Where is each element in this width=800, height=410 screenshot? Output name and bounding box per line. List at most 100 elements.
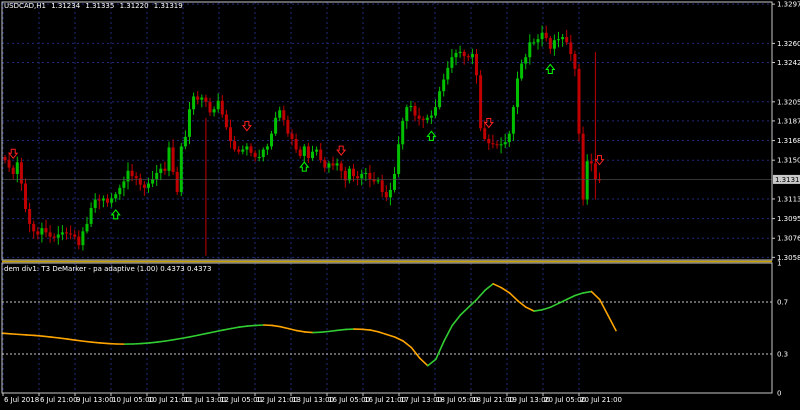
candle-body: [221, 101, 224, 115]
candle-body: [401, 121, 404, 144]
candle-body: [360, 174, 363, 178]
candle-body: [114, 194, 117, 198]
candle-body: [586, 161, 589, 199]
candle-body: [303, 146, 306, 156]
candle-body: [200, 98, 203, 100]
candle-body: [446, 68, 449, 80]
indicator-segment: [149, 342, 157, 343]
candle-body: [327, 163, 330, 167]
candle-body: [414, 106, 417, 116]
candle-body: [135, 176, 138, 178]
indicator-segment: [35, 335, 43, 336]
symbol-info: USDCAD,H1 1.31234 1.31335 1.31220 1.3131…: [4, 2, 186, 10]
candle-body: [233, 141, 236, 149]
candle-body: [426, 118, 429, 120]
chart-background: [0, 0, 800, 406]
price-tick-label: 1.32970: [777, 1, 800, 9]
indicator-segment: [76, 340, 84, 341]
candle-body: [389, 190, 392, 197]
candle-body: [332, 163, 335, 165]
candle-body: [241, 150, 244, 152]
candle-body: [311, 152, 314, 158]
candle-body: [541, 33, 544, 39]
candle-body: [12, 168, 15, 174]
time-tick-label: 6 Jul 2018: [4, 396, 39, 404]
candle-body: [578, 69, 581, 134]
candle-body: [237, 150, 240, 152]
candle-body: [422, 119, 425, 120]
candle: [578, 64, 581, 142]
candle-body: [118, 188, 121, 194]
candle-body: [147, 184, 150, 188]
candle-body: [467, 56, 470, 57]
candle-body: [479, 75, 482, 128]
candle-body: [483, 128, 486, 139]
candle-body: [61, 232, 64, 234]
candle-body: [53, 237, 56, 238]
price-tick-label: 1.30765: [777, 235, 800, 243]
candle-body: [225, 115, 228, 128]
price-tick-label: 1.32050: [777, 98, 800, 106]
candle-body: [364, 173, 367, 174]
candle-body: [295, 139, 298, 150]
candle-body: [282, 110, 285, 120]
candle: [24, 179, 27, 213]
chart-canvas[interactable]: 1.329701.326001.324201.320501.318701.316…: [0, 0, 800, 406]
current-price-label: 1.31319: [775, 176, 800, 184]
candle-body: [122, 181, 125, 187]
candle-body: [368, 173, 371, 179]
candle-body: [217, 101, 220, 109]
candle-body: [504, 142, 507, 144]
candle-body: [434, 107, 437, 115]
candle-body: [344, 171, 347, 181]
indicator-segment: [27, 335, 35, 336]
candle: [180, 143, 183, 196]
indicator-segment: [239, 326, 247, 327]
candle-body: [213, 109, 216, 112]
candle-body: [381, 180, 384, 192]
candle-body: [180, 146, 183, 192]
candle-body: [102, 198, 105, 200]
symbol-label: USDCAD,H1: [4, 2, 46, 10]
candle-body: [32, 224, 35, 231]
candle: [479, 70, 482, 131]
candle-body: [487, 139, 490, 143]
candle-body: [340, 163, 343, 170]
candle-body: [229, 127, 232, 141]
candle-body: [274, 118, 277, 134]
candle-body: [94, 199, 97, 207]
candle-body: [569, 42, 572, 54]
candle-body: [356, 176, 359, 178]
candle-body: [516, 78, 519, 107]
candle-body: [159, 169, 162, 173]
candle-body: [77, 237, 80, 245]
indicator-segment: [43, 336, 51, 337]
candle-body: [151, 179, 154, 183]
candle-body: [442, 80, 445, 92]
candle-body: [323, 160, 326, 167]
candle-body: [561, 37, 564, 39]
candle-body: [16, 162, 19, 174]
candle-body: [143, 185, 146, 188]
candle-body: [131, 171, 134, 176]
price-tick-label: 1.31500: [777, 157, 800, 165]
candle-body: [491, 143, 494, 144]
candle-body: [459, 52, 462, 53]
candle-body: [352, 169, 355, 176]
candle-body: [299, 150, 302, 156]
candle-body: [418, 116, 421, 119]
candle-body: [106, 198, 109, 202]
candle-body: [315, 150, 318, 152]
price-tick-label: 1.31685: [777, 137, 800, 145]
candle-body: [81, 231, 84, 245]
indicator-segment: [18, 334, 26, 335]
indicator-segment: [51, 337, 59, 338]
candle-body: [45, 228, 48, 232]
candle-body: [155, 173, 158, 179]
candle-body: [172, 147, 175, 171]
candle-body: [500, 144, 503, 145]
indicator-segment: [100, 343, 108, 344]
candle-body: [532, 42, 535, 43]
chart-window[interactable]: 1.329701.326001.324201.320501.318701.316…: [0, 0, 800, 406]
candle-body: [204, 98, 207, 102]
